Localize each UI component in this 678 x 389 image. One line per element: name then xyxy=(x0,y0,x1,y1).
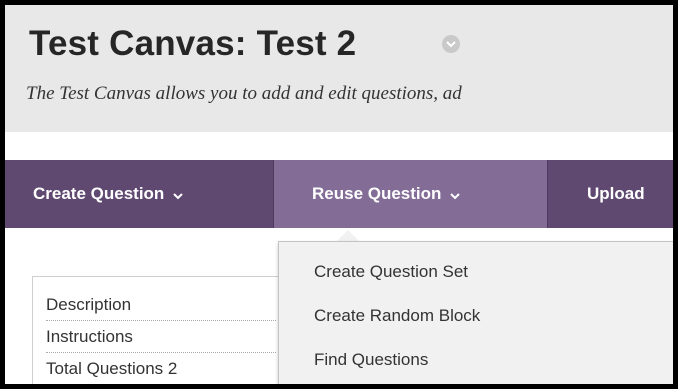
total-questions: Total Questions 2 xyxy=(46,359,177,379)
total-questions-value: 2 xyxy=(167,359,178,378)
reuse-question-dropdown: Create Question Set Create Random Block … xyxy=(278,241,673,384)
page-subtitle: The Test Canvas allows you to add and ed… xyxy=(26,83,462,104)
description-label[interactable]: Description xyxy=(46,295,131,315)
find-questions-option[interactable]: Find Questions xyxy=(314,350,428,370)
chevron-down-icon xyxy=(449,185,461,205)
create-question-menu[interactable]: Create Question xyxy=(5,160,274,228)
reuse-question-menu[interactable]: Reuse Question xyxy=(274,160,547,228)
create-random-block-option[interactable]: Create Random Block xyxy=(314,306,480,326)
upload-label: Upload xyxy=(587,184,645,203)
reuse-question-label: Reuse Question xyxy=(312,184,442,203)
upload-menu[interactable]: Upload xyxy=(547,160,673,228)
total-questions-label: Total Questions xyxy=(46,359,164,378)
action-bar: Create Question Reuse Question Upload xyxy=(5,160,673,228)
page-frame: Test Canvas: Test 2 The Test Canvas allo… xyxy=(5,5,673,384)
chevron-down-icon xyxy=(172,185,184,205)
page-title: Test Canvas: Test 2 xyxy=(29,24,357,63)
page-header: Test Canvas: Test 2 The Test Canvas allo… xyxy=(5,5,673,132)
instructions-label[interactable]: Instructions xyxy=(46,327,133,347)
create-question-label: Create Question xyxy=(33,184,165,203)
divider xyxy=(46,352,276,353)
divider xyxy=(46,320,276,321)
create-question-set-option[interactable]: Create Question Set xyxy=(314,262,468,282)
chevron-down-circle-icon[interactable] xyxy=(442,35,460,53)
